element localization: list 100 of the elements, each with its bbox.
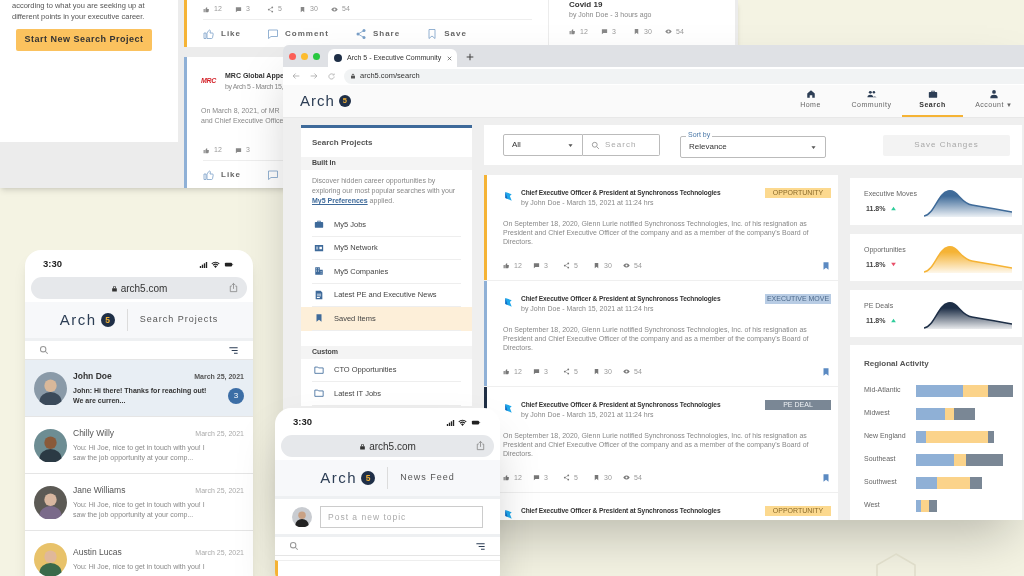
forward-arrow-icon[interactable] [309,71,319,81]
person-icon [988,89,999,100]
address-bar[interactable]: arch5.com [281,435,494,457]
filter-dropdown[interactable]: All [503,134,583,156]
url-text: arch5.com [120,281,168,296]
folder-icon [314,364,324,375]
close-icon[interactable] [446,54,454,62]
comment-icon [533,368,540,376]
stacked-bar [916,407,975,420]
search-icon[interactable] [39,345,49,355]
logo-badge: 5 [361,471,376,485]
share-icon [563,474,570,482]
comment-action[interactable]: Comment [267,27,329,40]
avatar [34,542,67,576]
caret-icon [810,143,817,151]
thumbs-up-icon [203,168,215,181]
like-action[interactable]: Like [203,27,241,40]
favicon-icon [334,54,342,62]
comment-action[interactable] [267,168,279,181]
sort-icon[interactable] [475,540,486,552]
search-icon[interactable] [289,541,299,551]
search-icon [591,140,600,150]
thumbs-up-icon [203,6,210,13]
dropdown-value: All [512,139,521,151]
card-title: Regional Activity [864,358,930,370]
contact-name: John Doe [73,370,112,383]
status-time: 3:30 [293,415,312,430]
unread-count-badge: 3 [228,387,244,404]
status-time: 3:30 [43,257,62,272]
page-title: Search Projects [139,313,219,327]
page-title: News Feed [400,471,455,485]
avatar [292,506,312,527]
comment-icon [601,28,608,36]
bookmark-icon [593,474,600,482]
post-input-field[interactable]: Post a new topic [320,505,483,528]
share-icon [267,6,274,13]
lock-icon [350,73,356,79]
back-arrow-icon[interactable] [291,71,301,81]
comment-icon [267,168,279,181]
bookmark-icon [426,27,439,40]
eye-icon [623,368,630,376]
ribbon-icon [503,297,514,308]
share-action[interactable]: Share [354,27,401,40]
logo-badge: 5 [100,313,115,327]
avatar [34,485,67,519]
signal-icon [199,260,208,269]
share-icon[interactable] [475,440,486,451]
thumbs-up-icon [503,262,510,270]
comment-icon [235,6,242,13]
start-project-button[interactable]: Start New Search Project [16,29,152,51]
contact-name: Chilly Willy [73,427,115,440]
contact-card-icon [314,242,324,253]
home-icon [805,89,816,100]
ribbon-icon [503,403,514,414]
like-action[interactable]: Like [203,168,241,181]
thumbs-up-icon [503,474,510,482]
bookmark-icon [299,6,306,13]
eye-icon [623,262,630,270]
wifi-icon [458,418,467,427]
eye-icon [623,474,630,482]
brand-logo-text: Arch [320,467,358,488]
lock-icon [110,284,118,292]
contact-name: Jane Williams [73,484,126,497]
save-action[interactable]: Save [426,27,467,40]
comment-icon [533,262,540,270]
bookmark-icon[interactable] [821,472,831,483]
comment-icon [533,474,540,482]
url-text: arch5.com [369,439,416,454]
comment-icon [235,147,242,154]
thumbs-up-icon [203,27,215,40]
thumbs-up-icon [569,28,576,36]
thumbs-up-icon [203,147,210,154]
briefcase-icon [927,89,938,100]
bookmark-icon[interactable] [821,260,831,271]
people-icon [866,89,877,100]
plus-icon[interactable] [465,52,475,62]
stacked-bar [916,476,982,489]
brand-logo-text: Arch [300,90,335,111]
share-icon [354,27,367,40]
avatar [34,428,67,462]
bookmark-icon [593,262,600,270]
battery-icon [223,260,235,269]
address-bar[interactable]: arch5.com [31,277,247,299]
document-icon [314,289,324,300]
reload-icon[interactable] [327,71,336,81]
share-icon[interactable] [228,282,239,293]
briefcase-icon [314,219,324,230]
folder-icon [314,388,324,399]
bookmark-icon [593,368,600,376]
thumbs-up-icon [503,368,510,376]
sidebar-title: Search Projects [311,136,374,149]
comment-icon [267,27,279,40]
caret-icon [567,141,574,149]
share-icon [563,368,570,376]
share-icon [563,262,570,270]
battery-icon [470,418,482,427]
bookmark-icon [314,313,324,324]
building-icon [314,266,324,277]
bookmark-icon[interactable] [821,366,831,377]
sort-icon[interactable] [228,344,239,356]
